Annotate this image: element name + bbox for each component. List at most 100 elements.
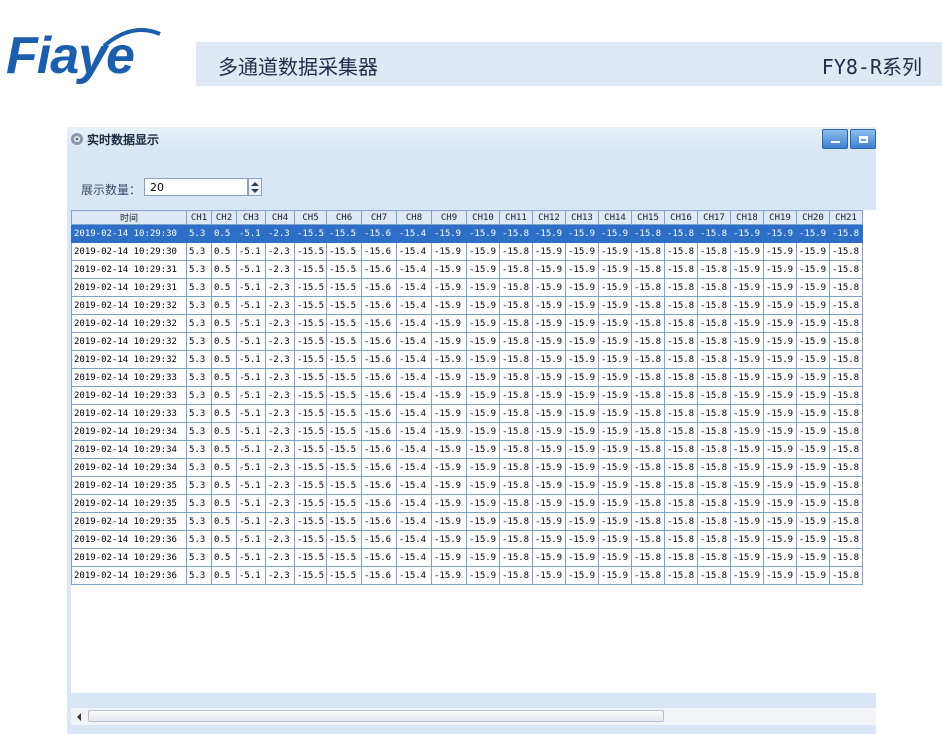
column-header-ch17[interactable]: CH17 — [697, 210, 731, 225]
table-row[interactable]: 2019-02-14 10:29:36 5.3 0.5 -5.1 -2.3 -15.5 -1… — [71, 566, 863, 585]
column-header-ch11[interactable]: CH11 — [499, 210, 533, 225]
spin-up-icon[interactable] — [251, 182, 259, 186]
display-count-spinner[interactable] — [248, 178, 262, 196]
table-row[interactable]: 2019-02-14 10:29:30 5.3 0.5 -5.1 -2.3 -15.5 -1… — [71, 242, 863, 261]
table-row[interactable]: 2019-02-14 10:29:32 5.3 0.5 -5.1 -2.3 -15.5 -1… — [71, 296, 863, 315]
spin-down-icon[interactable] — [251, 189, 259, 193]
scroll-left-button[interactable] — [71, 708, 86, 725]
cell-ch1: 5.3 — [186, 314, 212, 333]
cell-ch2: 0.5 — [211, 548, 237, 567]
maximize-button[interactable] — [850, 129, 876, 149]
cell-ch12: -15.9 — [532, 512, 566, 531]
cell-ch2: 0.5 — [211, 530, 237, 549]
cell-ch17: -15.8 — [697, 224, 731, 243]
cell-ch5: -15.5 — [294, 242, 327, 261]
cell-ch4: -2.3 — [265, 242, 295, 261]
table-row[interactable]: 2019-02-14 10:29:33 5.3 0.5 -5.1 -2.3 -15.5 -1… — [71, 368, 863, 387]
table-row[interactable]: 2019-02-14 10:29:32 5.3 0.5 -5.1 -2.3 -15.5 -1… — [71, 350, 863, 369]
table-row[interactable]: 2019-02-14 10:29:32 5.3 0.5 -5.1 -2.3 -15.5 -1… — [71, 314, 863, 333]
column-header-ch16[interactable]: CH16 — [664, 210, 698, 225]
table-row[interactable]: 2019-02-14 10:29:34 5.3 0.5 -5.1 -2.3 -15.5 -1… — [71, 440, 863, 459]
table-row[interactable]: 2019-02-14 10:29:35 5.3 0.5 -5.1 -2.3 -15.5 -1… — [71, 512, 863, 531]
column-header-ch18[interactable]: CH18 — [730, 210, 764, 225]
column-header-ch8[interactable]: CH8 — [396, 210, 432, 225]
table-row[interactable]: 2019-02-14 10:29:30 5.3 0.5 -5.1 -2.3 -15.5 -1… — [71, 224, 863, 243]
cell-ch1: 5.3 — [186, 386, 212, 405]
cell-ch21: -15.8 — [829, 242, 863, 261]
cell-ch5: -15.5 — [294, 548, 327, 567]
cell-ch20: -15.9 — [796, 494, 830, 513]
cell-ch16: -15.8 — [664, 548, 698, 567]
column-header-ch7[interactable]: CH7 — [361, 210, 397, 225]
cell-ch7: -15.6 — [361, 512, 397, 531]
table-row[interactable]: 2019-02-14 10:29:35 5.3 0.5 -5.1 -2.3 -15.5 -1… — [71, 476, 863, 495]
table-row[interactable]: 2019-02-14 10:29:33 5.3 0.5 -5.1 -2.3 -15.5 -1… — [71, 404, 863, 423]
cell-ch7: -15.6 — [361, 386, 397, 405]
column-header-ch21[interactable]: CH21 — [829, 210, 863, 225]
cell-ch9: -15.9 — [431, 440, 467, 459]
cell-time: 2019-02-14 10:29:32 — [71, 296, 187, 315]
cell-ch4: -2.3 — [265, 512, 295, 531]
table-row[interactable]: 2019-02-14 10:29:33 5.3 0.5 -5.1 -2.3 -15.5 -1… — [71, 386, 863, 405]
cell-ch6: -15.5 — [326, 440, 362, 459]
table-row[interactable]: 2019-02-14 10:29:31 5.3 0.5 -5.1 -2.3 -15.5 -1… — [71, 260, 863, 279]
cell-ch8: -15.4 — [396, 422, 432, 441]
cell-ch9: -15.9 — [431, 494, 467, 513]
cell-ch10: -15.9 — [466, 476, 500, 495]
horizontal-scrollbar[interactable] — [71, 708, 876, 725]
cell-ch2: 0.5 — [211, 494, 237, 513]
cell-ch14: -15.9 — [598, 458, 632, 477]
column-header-ch4[interactable]: CH4 — [265, 210, 295, 225]
cell-ch13: -15.9 — [565, 512, 599, 531]
column-header-ch13[interactable]: CH13 — [565, 210, 599, 225]
column-header-ch5[interactable]: CH5 — [294, 210, 327, 225]
cell-ch7: -15.6 — [361, 350, 397, 369]
cell-ch19: -15.9 — [763, 350, 797, 369]
cell-ch15: -15.8 — [631, 314, 665, 333]
data-grid[interactable]: 时间 CH1 CH2 CH3 CH4 CH5 CH6 CH7 CH8 CH9 CH10 CH11 CH1… — [71, 210, 876, 693]
cell-ch19: -15.9 — [763, 422, 797, 441]
column-header-ch14[interactable]: CH14 — [598, 210, 632, 225]
cell-ch1: 5.3 — [186, 296, 212, 315]
table-row[interactable]: 2019-02-14 10:29:36 5.3 0.5 -5.1 -2.3 -15.5 -1… — [71, 530, 863, 549]
cell-ch5: -15.5 — [294, 296, 327, 315]
cell-ch8: -15.4 — [396, 260, 432, 279]
cell-ch12: -15.9 — [532, 386, 566, 405]
table-row[interactable]: 2019-02-14 10:29:34 5.3 0.5 -5.1 -2.3 -15.5 -1… — [71, 422, 863, 441]
column-header-ch10[interactable]: CH10 — [466, 210, 500, 225]
cell-ch6: -15.5 — [326, 278, 362, 297]
cell-time: 2019-02-14 10:29:36 — [71, 548, 187, 567]
cell-ch18: -15.9 — [730, 296, 764, 315]
table-row[interactable]: 2019-02-14 10:29:31 5.3 0.5 -5.1 -2.3 -15.5 -1… — [71, 278, 863, 297]
table-row[interactable]: 2019-02-14 10:29:35 5.3 0.5 -5.1 -2.3 -15.5 -1… — [71, 494, 863, 513]
table-row[interactable]: 2019-02-14 10:29:32 5.3 0.5 -5.1 -2.3 -15.5 -1… — [71, 332, 863, 351]
scrollbar-thumb[interactable] — [88, 710, 664, 722]
cell-ch17: -15.8 — [697, 530, 731, 549]
column-header-ch12[interactable]: CH12 — [532, 210, 566, 225]
cell-ch10: -15.9 — [466, 422, 500, 441]
cell-ch10: -15.9 — [466, 548, 500, 567]
cell-ch9: -15.9 — [431, 332, 467, 351]
cell-ch17: -15.8 — [697, 512, 731, 531]
column-header-ch15[interactable]: CH15 — [631, 210, 665, 225]
cell-ch13: -15.9 — [565, 548, 599, 567]
column-header-ch1[interactable]: CH1 — [186, 210, 212, 225]
table-row[interactable]: 2019-02-14 10:29:36 5.3 0.5 -5.1 -2.3 -15.5 -1… — [71, 548, 863, 567]
cell-ch10: -15.9 — [466, 566, 500, 585]
window-titlebar[interactable]: 实时数据显示 — [67, 127, 876, 151]
cell-ch15: -15.8 — [631, 422, 665, 441]
cell-ch17: -15.8 — [697, 332, 731, 351]
cell-ch20: -15.9 — [796, 368, 830, 387]
column-header-ch2[interactable]: CH2 — [211, 210, 237, 225]
cell-ch17: -15.8 — [697, 548, 731, 567]
minimize-button[interactable] — [822, 129, 848, 149]
column-header-ch3[interactable]: CH3 — [236, 210, 266, 225]
column-header-ch6[interactable]: CH6 — [326, 210, 362, 225]
column-header-ch9[interactable]: CH9 — [431, 210, 467, 225]
cell-ch19: -15.9 — [763, 512, 797, 531]
table-row[interactable]: 2019-02-14 10:29:34 5.3 0.5 -5.1 -2.3 -15.5 -1… — [71, 458, 863, 477]
column-header-ch19[interactable]: CH19 — [763, 210, 797, 225]
column-header-ch20[interactable]: CH20 — [796, 210, 830, 225]
display-count-input[interactable]: 20 — [144, 178, 248, 196]
column-header-time[interactable]: 时间 — [71, 210, 187, 225]
